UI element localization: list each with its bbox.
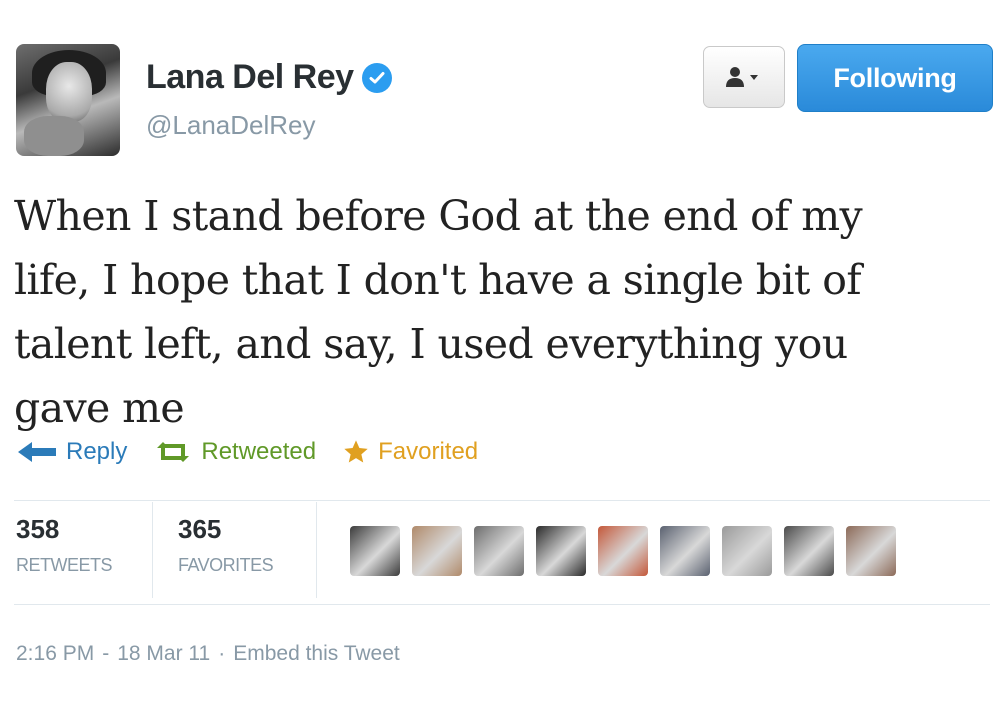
footer-separator: - [102, 642, 110, 665]
favoriter-avatar[interactable] [412, 526, 462, 576]
profile-avatar[interactable] [16, 44, 120, 156]
tweet-date[interactable]: 18 Mar 11 [117, 642, 210, 666]
avatar-hand [24, 116, 84, 156]
user-handle[interactable]: @LanaDelRey [146, 110, 315, 141]
footer-separator: · [218, 642, 226, 665]
reply-icon [18, 442, 56, 462]
reply-action[interactable]: Reply [16, 438, 127, 466]
stat-separator [152, 502, 153, 598]
verified-badge-icon [361, 62, 392, 93]
tweet-footer: 2:16 PM - 18 Mar 11 · Embed this Tweet [16, 642, 400, 666]
favoriter-avatar[interactable] [474, 526, 524, 576]
tweet-card: Lana Del Rey @LanaDelRey Following When … [0, 0, 999, 710]
favorite-action[interactable]: Favorited [342, 438, 478, 466]
user-dropdown-button[interactable] [703, 46, 785, 108]
retweet-label: Retweeted [201, 438, 317, 465]
star-icon [344, 440, 368, 463]
favoriter-avatar[interactable] [722, 526, 772, 576]
favorites-stat[interactable]: 365 FAVORITES [178, 514, 274, 576]
retweet-icon [157, 442, 190, 462]
following-button[interactable]: Following [797, 44, 993, 112]
tweet-time[interactable]: 2:16 PM [16, 642, 94, 666]
favorites-count: 365 [178, 514, 222, 544]
favoriters-list [350, 526, 908, 576]
favoriter-avatar[interactable] [784, 526, 834, 576]
avatar-face [46, 62, 92, 122]
stat-separator-2 [316, 502, 317, 598]
embed-tweet-link[interactable]: Embed this Tweet [233, 642, 400, 666]
retweets-label: RETWEETS [16, 555, 113, 575]
favorite-label: Favorited [378, 438, 479, 465]
retweets-count: 358 [16, 514, 60, 544]
tweet-actions: Reply Retweeted Favorited [16, 438, 504, 466]
reply-label: Reply [66, 438, 128, 465]
display-name[interactable]: Lana Del Rey [146, 58, 354, 97]
favoriter-avatar[interactable] [846, 526, 896, 576]
favoriter-avatar[interactable] [660, 526, 710, 576]
favoriter-avatar[interactable] [598, 526, 648, 576]
favoriter-avatar[interactable] [536, 526, 586, 576]
divider-bottom [14, 604, 990, 605]
name-row: Lana Del Rey [146, 58, 392, 97]
user-dropdown-icon [726, 67, 758, 87]
retweets-stat[interactable]: 358 RETWEETS [16, 514, 113, 576]
favoriter-avatar[interactable] [350, 526, 400, 576]
divider-top [14, 500, 990, 501]
favorites-label: FAVORITES [178, 555, 274, 575]
tweet-text: When I stand before God at the end of my… [14, 192, 863, 432]
retweet-action[interactable]: Retweeted [153, 438, 316, 466]
